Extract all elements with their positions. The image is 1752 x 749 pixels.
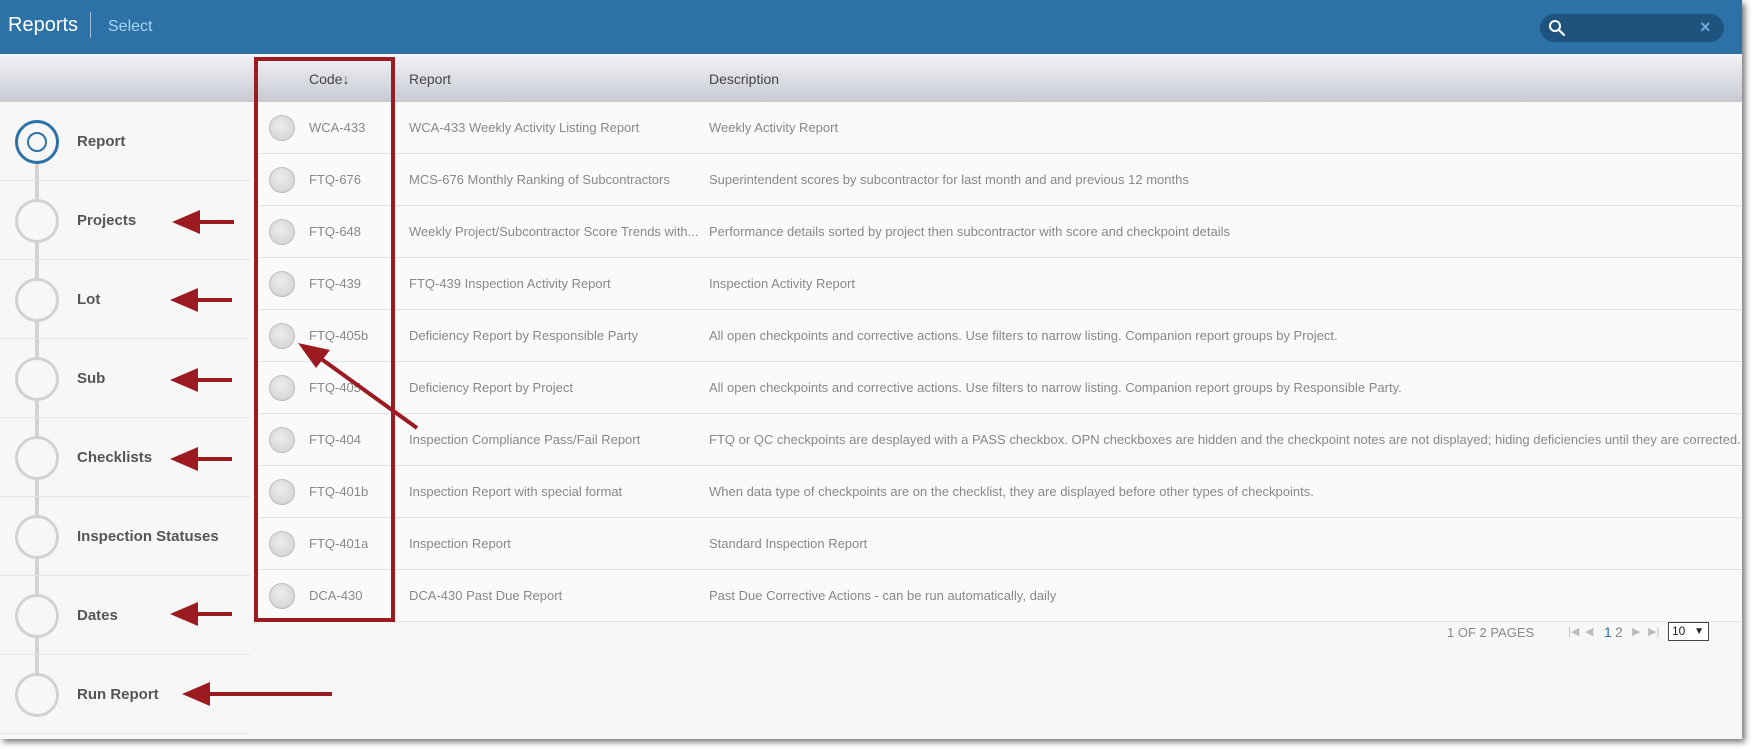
step-dates[interactable]: Dates: [0, 576, 250, 655]
row-description: All open checkpoints and corrective acti…: [709, 380, 1402, 395]
page-link[interactable]: 2: [1615, 624, 1623, 640]
page-size-select[interactable]: 10 ▼: [1668, 622, 1709, 641]
last-page-icon[interactable]: ▶|: [1648, 625, 1659, 638]
first-page-icon[interactable]: |◀: [1568, 625, 1579, 638]
row-report: Inspection Report with special format: [409, 484, 623, 499]
step-label: Report: [77, 133, 126, 150]
row-report: Deficiency Report by Responsible Party: [409, 328, 639, 343]
step-label: Lot: [77, 291, 101, 308]
row-radio-button[interactable]: [269, 115, 295, 141]
column-header-report[interactable]: Report: [409, 71, 451, 87]
top-bar: Reports Select ×: [0, 0, 1742, 54]
row-radio-button[interactable]: [269, 531, 295, 557]
row-description: Past Due Corrective Actions - can be run…: [709, 588, 1057, 603]
step-indicator: [15, 199, 59, 243]
row-report: WCA-433 Weekly Activity Listing Report: [409, 120, 640, 135]
row-code: FTQ-401a: [309, 536, 369, 551]
table-row[interactable]: FTQ-401a Inspection Report Standard Insp…: [256, 518, 1742, 570]
row-report: Deficiency Report by Project: [409, 380, 574, 395]
row-radio-button[interactable]: [269, 271, 295, 297]
table-row[interactable]: FTQ-401b Inspection Report with special …: [256, 466, 1742, 518]
table-row[interactable]: FTQ-648 Weekly Project/Subcontractor Sco…: [256, 206, 1742, 258]
row-radio-button[interactable]: [269, 375, 295, 401]
chevron-down-icon: ▼: [1694, 626, 1704, 637]
step-label: Sub: [77, 370, 106, 387]
table-row[interactable]: WCA-433 WCA-433 Weekly Activity Listing …: [256, 102, 1742, 154]
title-divider: [90, 12, 91, 38]
step-sub[interactable]: Sub: [0, 339, 250, 418]
step-projects[interactable]: Projects: [0, 181, 250, 260]
next-page-icon[interactable]: ▶: [1632, 625, 1640, 638]
stepper-header: [0, 54, 250, 102]
report-wizard-steps: Report Projects Lot Sub Checklists Inspe…: [0, 102, 250, 736]
search-box: ×: [1540, 14, 1724, 42]
step-run-report[interactable]: Run Report: [0, 655, 250, 734]
step-label: Checklists: [77, 449, 153, 466]
row-radio-button[interactable]: [269, 583, 295, 609]
step-indicator: [15, 278, 59, 322]
row-description: All open checkpoints and corrective acti…: [709, 328, 1338, 343]
row-report: Inspection Compliance Pass/Fail Report: [409, 432, 641, 447]
column-header-code[interactable]: Code↓: [309, 71, 349, 87]
step-indicator: [15, 673, 59, 717]
row-report: FTQ-439 Inspection Activity Report: [409, 276, 611, 291]
step-label: Run Report: [77, 686, 159, 703]
table-row[interactable]: FTQ-439 FTQ-439 Inspection Activity Repo…: [256, 258, 1742, 310]
app-title: Reports: [8, 14, 79, 36]
step-report[interactable]: Report: [0, 102, 250, 181]
table-row[interactable]: FTQ-404 Inspection Compliance Pass/Fail …: [256, 414, 1742, 466]
prev-page-icon[interactable]: ◀: [1585, 625, 1593, 638]
row-radio-button[interactable]: [269, 479, 295, 505]
row-code: FTQ-401b: [309, 484, 369, 499]
pager-info: 1 OF 2 PAGES: [1447, 625, 1535, 640]
row-description: Performance details sorted by project th…: [709, 224, 1230, 239]
row-report: Weekly Project/Subcontractor Score Trend…: [409, 224, 699, 239]
page-link-current[interactable]: 1: [1604, 624, 1612, 640]
step-label: Dates: [77, 607, 118, 624]
row-code: FTQ-648: [309, 224, 362, 239]
row-description: Inspection Activity Report: [709, 276, 855, 291]
row-radio-button[interactable]: [269, 219, 295, 245]
table-row[interactable]: DCA-430 DCA-430 Past Due Report Past Due…: [256, 570, 1742, 622]
column-header-description[interactable]: Description: [709, 71, 779, 87]
step-indicator-active: [15, 120, 59, 164]
table-row[interactable]: FTQ-405b Deficiency Report by Responsibl…: [256, 310, 1742, 362]
step-label: Inspection Statuses: [77, 528, 219, 545]
table-row[interactable]: FTQ-676 MCS-676 Monthly Ranking of Subco…: [256, 154, 1742, 206]
row-code: FTQ-404: [309, 432, 362, 447]
row-description: Weekly Activity Report: [709, 120, 839, 135]
step-indicator: [15, 515, 59, 559]
row-code: FTQ-405: [309, 380, 362, 395]
row-radio-button[interactable]: [269, 323, 295, 349]
select-link[interactable]: Select: [108, 18, 152, 36]
row-description: Superintendent scores by subcontractor f…: [709, 172, 1189, 187]
row-code: FTQ-676: [309, 172, 362, 187]
table-row[interactable]: FTQ-405 Deficiency Report by Project All…: [256, 362, 1742, 414]
row-code: FTQ-405b: [309, 328, 369, 343]
step-indicator: [15, 357, 59, 401]
step-inspection-statuses[interactable]: Inspection Statuses: [0, 497, 250, 576]
table-header: Code↓ Report Description: [250, 54, 1742, 102]
row-description: FTQ or QC checkpoints are desplayed with…: [709, 432, 1741, 447]
row-radio-button[interactable]: [269, 427, 295, 453]
step-checklists[interactable]: Checklists: [0, 418, 250, 497]
step-label: Projects: [77, 212, 137, 229]
page-size-value: 10: [1672, 624, 1686, 638]
row-report: DCA-430 Past Due Report: [409, 588, 563, 603]
row-report: Inspection Report: [409, 536, 511, 551]
clear-search-icon[interactable]: ×: [1700, 17, 1711, 38]
step-lot[interactable]: Lot: [0, 260, 250, 339]
step-indicator: [15, 436, 59, 480]
search-input[interactable]: [1570, 18, 1690, 38]
row-radio-button[interactable]: [269, 167, 295, 193]
step-indicator: [15, 594, 59, 638]
row-code: DCA-430: [309, 588, 363, 603]
row-report: MCS-676 Monthly Ranking of Subcontractor…: [409, 172, 670, 187]
search-icon: [1549, 20, 1566, 37]
row-description: When data type of checkpoints are on the…: [709, 484, 1314, 499]
app-window: Reports Select × Report Projects Lot Sub…: [0, 0, 1742, 739]
row-code: WCA-433: [309, 120, 366, 135]
row-description: Standard Inspection Report: [709, 536, 868, 551]
row-code: FTQ-439: [309, 276, 362, 291]
